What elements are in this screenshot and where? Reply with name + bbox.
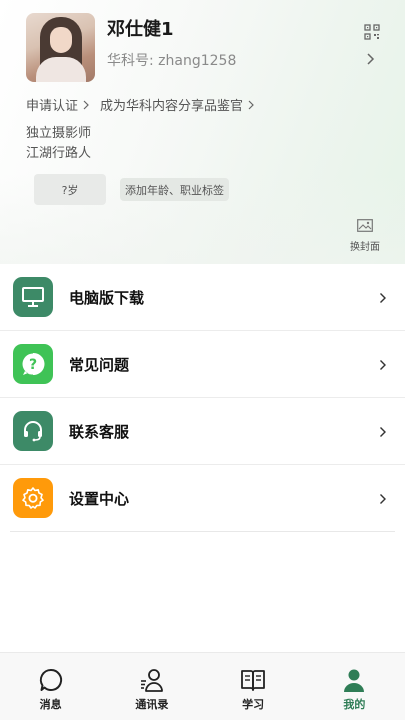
change-cover-label: 换封面: [350, 242, 380, 253]
age-chip[interactable]: ?岁: [34, 174, 106, 205]
tab-label: 学习: [242, 698, 265, 711]
tab-messages[interactable]: 消息: [0, 653, 101, 720]
tab-label: 通讯录: [135, 698, 169, 711]
tab-label: 消息: [39, 698, 62, 711]
menu-item-label: 设置中心: [69, 490, 130, 508]
contacts-icon: [140, 669, 163, 692]
profile-account[interactable]: 华科号: zhang1258: [107, 50, 236, 70]
chevron-right-icon: [380, 293, 386, 303]
chevron-right-icon[interactable]: [366, 52, 376, 66]
tab-contacts[interactable]: 通讯录: [101, 653, 202, 720]
apply-certification-link[interactable]: 申请认证: [26, 95, 78, 114]
bio-line: 江湖行路人: [26, 146, 92, 161]
person-icon: [344, 669, 365, 692]
tab-label: 我的: [343, 698, 366, 711]
qr-code-icon[interactable]: [364, 24, 380, 40]
monitor-icon: [13, 277, 53, 317]
chevron-right-icon: [248, 100, 254, 109]
change-cover-button[interactable]: 换封面: [345, 219, 385, 254]
add-tag-chip[interactable]: 添加年龄、职业标签: [120, 178, 229, 201]
chevron-right-icon: [380, 360, 386, 370]
menu-item-customer-service[interactable]: 联系客服: [0, 398, 405, 465]
chat-bubble-icon: [39, 668, 62, 691]
divider: [10, 531, 395, 532]
menu-item-settings[interactable]: 设置中心: [0, 465, 405, 532]
image-icon: [357, 219, 373, 232]
tab-study[interactable]: 学习: [203, 653, 304, 720]
menu-item-faq[interactable]: ? 常见问题: [0, 331, 405, 398]
profile-name: 邓仕健1: [107, 19, 174, 40]
headset-icon: [13, 411, 53, 451]
gear-icon: [13, 478, 53, 518]
chevron-right-icon: [380, 494, 386, 504]
avatar-body: [36, 57, 86, 82]
question-icon: ?: [13, 344, 53, 384]
settings-menu: 电脑版下载 ? 常见问题 联系客服 设置中心: [0, 264, 405, 532]
bottom-tab-bar: 消息 通讯录 学习 我的: [0, 652, 405, 720]
svg-text:?: ?: [29, 357, 37, 373]
avatar[interactable]: [26, 13, 95, 82]
tab-me[interactable]: 我的: [304, 653, 405, 720]
avatar-face: [50, 27, 72, 53]
menu-item-label: 联系客服: [69, 422, 130, 441]
menu-item-label: 常见问题: [69, 355, 130, 374]
certification-row: 申请认证 成为华科内容分享品鉴官: [26, 95, 261, 114]
become-reviewer-link[interactable]: 成为华科内容分享品鉴官: [100, 95, 243, 114]
chevron-right-icon: [380, 427, 386, 437]
chevron-right-icon: [83, 100, 89, 109]
menu-item-desktop-download[interactable]: 电脑版下载: [0, 264, 405, 331]
menu-item-label: 电脑版下载: [69, 288, 145, 307]
book-icon: [241, 670, 266, 691]
bio-line: 独立摄影师: [26, 126, 92, 141]
